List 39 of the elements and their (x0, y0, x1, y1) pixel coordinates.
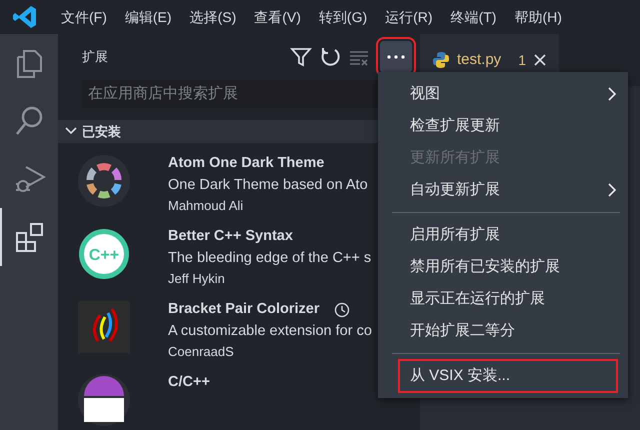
close-icon[interactable] (532, 53, 547, 68)
menu-item[interactable]: 终端(T) (442, 6, 506, 28)
menu-option[interactable]: 检查扩展更新 (378, 110, 628, 142)
more-actions-button[interactable] (380, 41, 412, 74)
menu-item[interactable]: 编辑(E) (116, 6, 181, 28)
extension-author: Jeff Hykin (168, 270, 226, 288)
menu-item[interactable]: 选择(S) (180, 6, 246, 28)
panel-title: 扩展 (82, 48, 109, 66)
menu-option[interactable]: 自动更新扩展 (378, 174, 628, 206)
extension-description: One Dark Theme based on Ato (168, 176, 368, 195)
extension-description: The bleeding edge of the C++ s (168, 248, 372, 268)
extension-name[interactable]: Atom One Dark Theme (168, 152, 324, 175)
menu-option[interactable]: 开始扩展二等分 (378, 315, 628, 347)
extension-name[interactable]: Bracket Pair Colorizer (168, 298, 320, 321)
menu-item[interactable]: 查看(V) (245, 6, 310, 28)
extension-author: CoenraadS (168, 343, 235, 362)
menu-option[interactable]: 启用所有扩展 (378, 219, 628, 251)
section-title[interactable]: 已安装 (82, 122, 121, 142)
app-logo-icon (12, 4, 38, 30)
refresh-icon[interactable] (318, 46, 340, 68)
menu-option[interactable]: 显示正在运行的扩展 (378, 283, 628, 315)
menu-item[interactable]: 转到(G) (310, 6, 376, 28)
extensions-icon[interactable] (14, 221, 46, 254)
filter-icon[interactable] (290, 46, 312, 68)
chevron-right-icon (606, 86, 618, 102)
menu-item[interactable]: 帮助(H) (505, 6, 571, 28)
python-icon (432, 51, 450, 70)
logo-text: C++ (88, 246, 120, 264)
extension-author: Mahmoud Ali (168, 197, 244, 216)
atom-theme-logo-icon (78, 154, 130, 207)
menu-item[interactable]: 运行(R) (376, 6, 442, 28)
extension-name[interactable]: C/C++ (168, 372, 210, 394)
more-icon (387, 55, 405, 60)
bracket-colorizer-logo-icon (78, 300, 130, 353)
extension-description: A customizable extension for co (168, 322, 372, 341)
extension-name[interactable]: Better C++ Syntax (168, 226, 293, 248)
chevron-right-icon (606, 182, 618, 198)
menu-option[interactable]: 禁用所有已安装的扩展 (378, 251, 628, 283)
menu-item[interactable]: 文件(F) (52, 6, 116, 28)
